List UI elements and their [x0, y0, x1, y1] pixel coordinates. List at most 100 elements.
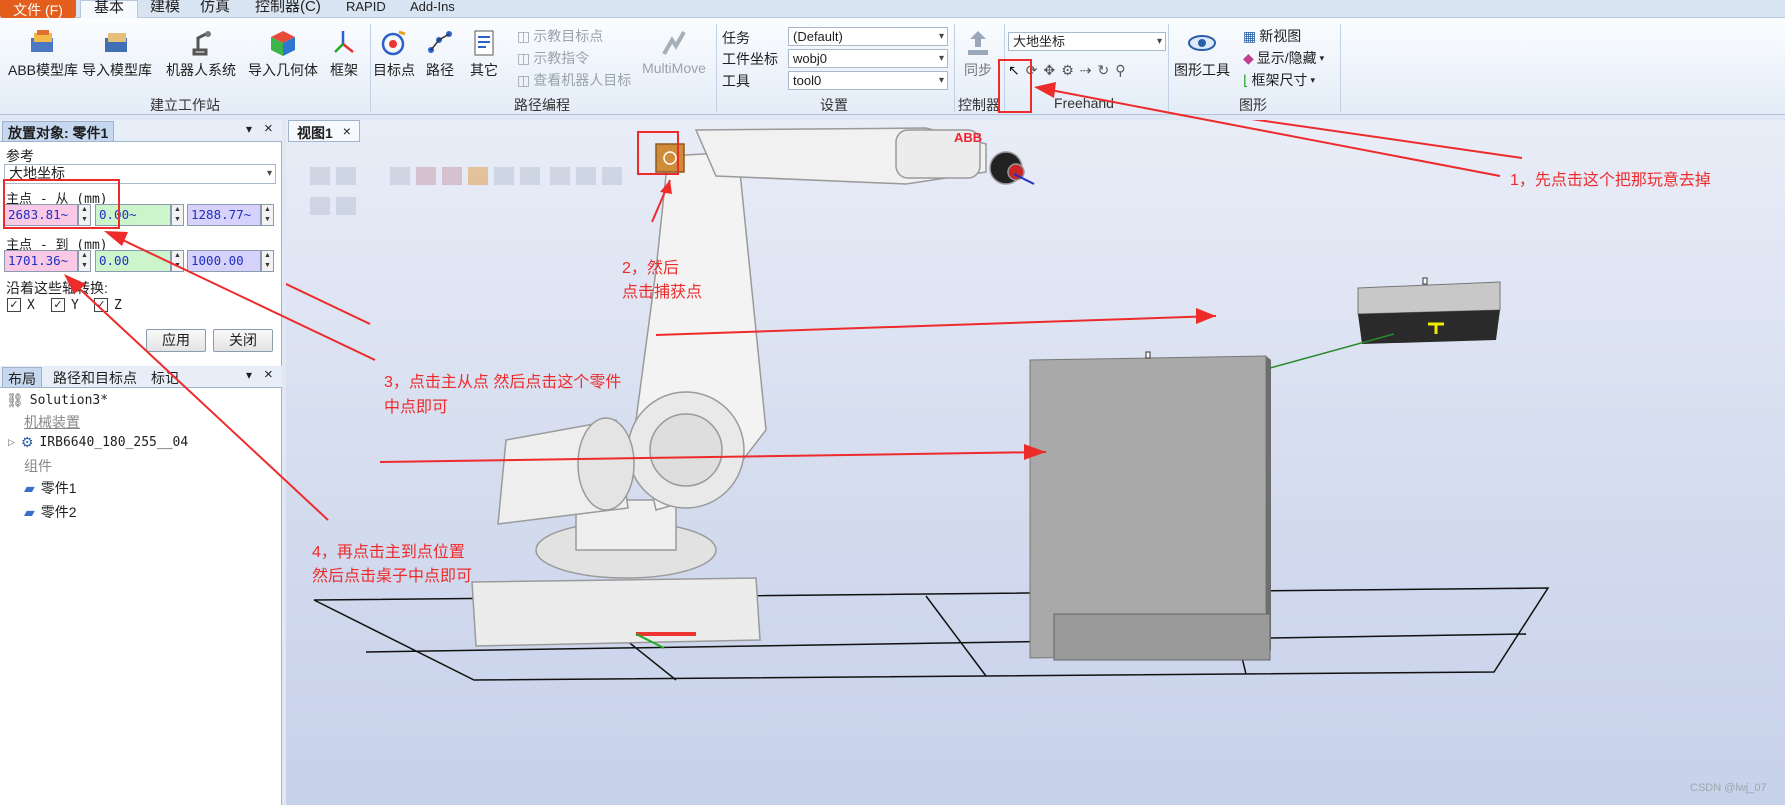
import-library-icon [105, 33, 127, 52]
freehand-coord-select[interactable]: 大地坐标 [1008, 32, 1166, 51]
checkbox-y[interactable]: ✓ [51, 298, 65, 312]
highlight-box-from-point [3, 179, 120, 229]
jog-linear-icon[interactable]: ⇢ [1080, 62, 1092, 79]
path-icon [428, 31, 452, 53]
other-button[interactable]: 其它 [464, 28, 504, 80]
tab-layout[interactable]: 布局 [2, 367, 42, 387]
sync-icon [968, 31, 988, 55]
show-hide-icon: ◆ [1243, 49, 1254, 66]
sync-label: 同步 [964, 62, 992, 78]
graphics-tools-button[interactable]: 图形工具 [1170, 28, 1234, 80]
new-view-button[interactable]: ▦ 新视图 [1243, 26, 1301, 46]
robot-system-button[interactable]: 机器人系统 [162, 28, 240, 80]
multi-robot-jog-icon[interactable]: ⚲ [1115, 62, 1125, 79]
translate-axes-label: 沿着这些轴转换: [6, 280, 108, 296]
small-part [1269, 277, 1501, 369]
annotation-step2-line2: 点击捕获点 [622, 284, 703, 301]
tab-addins[interactable]: Add-Ins [404, 0, 461, 18]
wobj-select[interactable]: wobj0 [788, 49, 948, 68]
checkbox-y-label: Y [71, 298, 79, 313]
other-label: 其它 [470, 62, 498, 78]
apply-button[interactable]: 应用 [146, 329, 206, 352]
to-z-stepper[interactable]: ▲ ▼ [261, 250, 274, 272]
checkbox-x[interactable]: ✓ [7, 298, 21, 312]
tab-paths-targets[interactable]: 路径和目标点 [48, 367, 142, 387]
tab-basic[interactable]: 基本 [80, 0, 138, 18]
expand-icon[interactable]: ▷ [8, 437, 15, 448]
show-hide-button[interactable]: ◆ 显示/隐藏 ▾ [1243, 48, 1324, 68]
place-panel-header: 放置对象: 零件1 ▾ × [0, 120, 282, 142]
multimove-button[interactable]: MultiMove [636, 28, 712, 76]
view-robot-target-icon: ◫ [517, 71, 531, 88]
tool-select[interactable]: tool0 [788, 71, 948, 90]
view-toolbar [310, 167, 622, 215]
tab-simulation[interactable]: 仿真 [194, 0, 236, 18]
import-geometry-button[interactable]: 导入几何体 [246, 28, 320, 80]
close-icon[interactable]: × [264, 120, 273, 137]
part-icon: ▰ [24, 479, 35, 496]
abb-library-label: ABB模型库 [7, 62, 78, 78]
tree-item-part2[interactable]: ▰ 零件2 [24, 502, 77, 522]
highlight-box-snap [998, 59, 1032, 113]
annotation-step3-line1: 3，点击主从点 然后点击这个零件 [384, 374, 622, 391]
frame-size-button[interactable]: ⌊ 框架尺寸 ▾ [1243, 70, 1315, 90]
tab-tags[interactable]: 标记 [146, 367, 184, 387]
cube-geometry-icon [271, 31, 295, 56]
teach-instruction-button[interactable]: ◫ 示教指令 [517, 48, 589, 68]
abb-logo: ABB [954, 130, 982, 145]
show-hide-label: 显示/隐藏 [1256, 50, 1317, 66]
import-library-button[interactable]: 导入模型库 [80, 28, 154, 80]
graphics-tools-label: 图形工具 [1174, 62, 1230, 78]
ribbon-tab-bar: 文件 (F) 基本 建模 仿真 控制器(C) RAPID Add-Ins [0, 0, 1785, 18]
close-icon[interactable]: × [264, 366, 273, 383]
from-z-stepper[interactable]: ▲ ▼ [261, 204, 274, 226]
chevron-down-icon: ▾ [1319, 52, 1325, 63]
close-button[interactable]: 关闭 [213, 329, 273, 352]
to-x-input[interactable]: 1701.36~ [4, 250, 78, 272]
path-button[interactable]: 路径 [420, 28, 460, 80]
group-label-controller: 控制器 [958, 97, 1000, 113]
tree-item-part1[interactable]: ▰ 零件1 [24, 478, 77, 498]
tree-item-solution[interactable]: ⛓ Solution3* [6, 392, 108, 409]
tab-rapid[interactable]: RAPID [340, 0, 392, 18]
target-icon [381, 30, 406, 56]
from-y-stepper[interactable]: ▲ ▼ [171, 204, 184, 226]
group-label-settings: 设置 [820, 97, 848, 113]
tab-modeling[interactable]: 建模 [144, 0, 186, 18]
frame-size-icon: ⌊ [1243, 71, 1249, 88]
view-robot-target-button[interactable]: ◫ 查看机器人目标 [517, 70, 631, 90]
from-z-input[interactable]: 1288.77~ [187, 204, 261, 226]
view-3d[interactable]: 视图1 × ABB [286, 120, 1785, 805]
to-y-stepper[interactable]: ▲ ▼ [171, 250, 184, 272]
tree-item-robot[interactable]: ▷ ⚙ IRB6640_180_255__04 [8, 434, 188, 451]
tool-label: 工具 [722, 73, 750, 89]
tab-controller[interactable]: 控制器(C) [249, 0, 327, 18]
target-button[interactable]: 目标点 [372, 28, 416, 80]
multimove-icon [662, 31, 686, 55]
frame-button[interactable]: 框架 [322, 28, 366, 80]
watermark: CSDN @lwj_07 [1690, 782, 1767, 794]
panel-menu-icon[interactable]: ▾ [246, 122, 252, 136]
panel-menu-icon[interactable]: ▾ [246, 368, 252, 382]
sync-button[interactable]: 同步 [958, 28, 998, 80]
annotation-step4-line1: 4，再点击主到点位置 [312, 544, 465, 561]
task-select[interactable]: (Default) [788, 27, 948, 46]
group-label-graphics: 图形 [1239, 97, 1267, 113]
move-icon[interactable]: ✥ [1043, 62, 1055, 79]
multimove-label: MultiMove [642, 60, 706, 76]
checkbox-z[interactable]: ✓ [94, 298, 108, 312]
part1-label: 零件1 [40, 480, 77, 496]
to-x-stepper[interactable]: ▲ ▼ [78, 250, 91, 272]
left-panel: 放置对象: 零件1 ▾ × 参考 大地坐标 主点 - 从 (mm) 2683.8… [0, 120, 282, 805]
teach-target-button[interactable]: ◫ 示教目标点 [517, 26, 603, 46]
teach-target-label: 示教目标点 [533, 28, 604, 44]
tab-file[interactable]: 文件 (F) [0, 0, 76, 18]
to-z-input[interactable]: 1000.00 [187, 250, 261, 272]
jog-reorient-icon[interactable]: ↻ [1098, 62, 1110, 79]
to-y-input[interactable]: 0.00 [95, 250, 171, 272]
import-library-label: 导入模型库 [82, 62, 152, 78]
jog-joint-icon[interactable]: ⚙ [1061, 62, 1074, 79]
target-label: 目标点 [373, 62, 415, 78]
robot-system-label: 机器人系统 [166, 62, 236, 78]
abb-library-button[interactable]: ABB模型库 [6, 28, 80, 80]
